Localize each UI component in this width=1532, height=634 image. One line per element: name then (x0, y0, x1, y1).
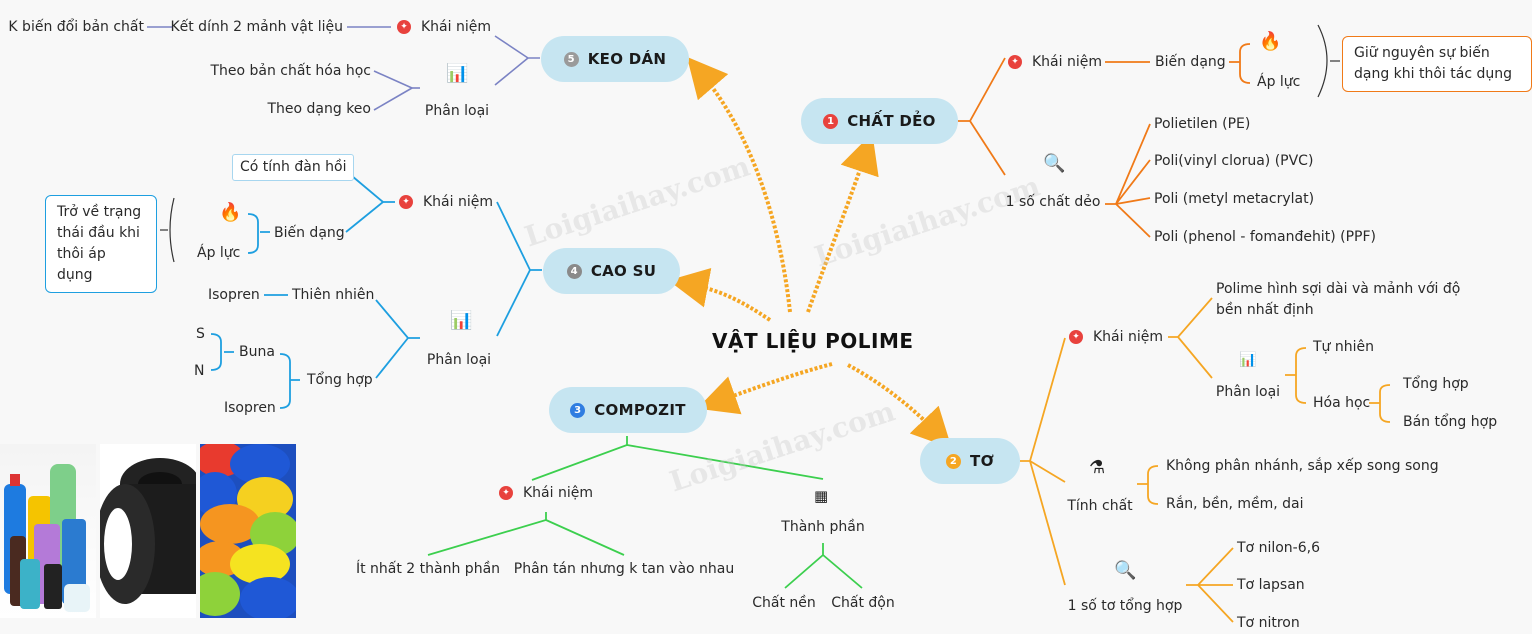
number-badge: 3 (570, 402, 586, 418)
cao-su-khai-niem[interactable]: ✦ Khái niệm (399, 193, 493, 211)
chat-deo-examples-label[interactable]: 1 số chất dẻo (1006, 193, 1101, 211)
topic-to[interactable]: 2 TƠ (920, 438, 1020, 484)
cao-su-buna[interactable]: Buna (239, 343, 275, 361)
cao-su-property[interactable]: Có tính đàn hồi (232, 154, 355, 181)
topic-label: CHẤT DẺO (847, 112, 936, 130)
cao-su-bien-dang[interactable]: Biến dạng (274, 224, 345, 242)
fire-icon: 🔥 (219, 202, 242, 223)
magnifier-chart-icon: 🔍 (1043, 153, 1066, 174)
to-property[interactable]: Rắn, bền, mềm, dai (1166, 495, 1304, 513)
chat-deo-example[interactable]: Poli (metyl metacrylat) (1154, 190, 1314, 208)
to-definition[interactable]: Polime hình sợi dài và mảnh với độ bền n… (1216, 279, 1466, 321)
to-tu-nhien[interactable]: Tự nhiên (1313, 338, 1374, 356)
to-phan-loai[interactable]: Phân loại (1216, 383, 1280, 401)
number-badge: 5 (563, 51, 579, 67)
chat-deo-bien-dang[interactable]: Biến dạng (1155, 53, 1226, 71)
cao-su-buna-n[interactable]: N (194, 362, 204, 380)
magnifier-chart-icon: 🔍 (1114, 560, 1137, 581)
number-badge: 2 (946, 453, 962, 469)
arrow-to-cao-su (668, 268, 772, 322)
pin-icon: ✦ (399, 195, 413, 209)
pin-icon: ✦ (1008, 55, 1022, 69)
keo-dan-phan-loai[interactable]: Phân loại (425, 102, 489, 120)
to-example[interactable]: Tơ lapsan (1237, 576, 1305, 594)
tires-photo (100, 444, 196, 618)
material-photos (0, 444, 296, 618)
lab-flask-icon: ⚗ (1089, 457, 1106, 478)
to-example[interactable]: Tơ nitron (1237, 614, 1300, 632)
cao-su-ap-luc[interactable]: Áp lực (197, 244, 240, 262)
compozit-thanh-phan[interactable]: Thành phần (781, 518, 864, 536)
plastic-bottles-photo (0, 444, 96, 618)
bar-chart-icon: 📊 (450, 310, 473, 331)
to-khai-niem[interactable]: ✦ Khái niệm (1069, 328, 1163, 346)
keo-dan-class-2[interactable]: Theo dạng keo (267, 100, 371, 118)
to-tinh-chat[interactable]: Tính chất (1067, 497, 1132, 515)
to-ban-tong-hop[interactable]: Bán tổng hợp (1403, 413, 1497, 431)
to-example[interactable]: Tơ nilon-6,6 (1237, 539, 1320, 557)
cao-su-thien-nhien[interactable]: Thiên nhiên (292, 286, 374, 304)
chat-deo-summary-brace (1317, 24, 1328, 98)
arrow-to-compozit (697, 362, 833, 415)
keo-dan-class-1[interactable]: Theo bản chất hóa học (210, 62, 371, 80)
central-topic[interactable]: VẬT LIỆU POLIME (712, 329, 914, 353)
chat-deo-khai-niem[interactable]: ✦ Khái niệm (1008, 53, 1102, 71)
chat-deo-ap-luc[interactable]: Áp lực (1257, 73, 1300, 91)
chat-deo-example[interactable]: Poli(vinyl clorua) (PVC) (1154, 152, 1313, 170)
topic-chat-deo[interactable]: 1 CHẤT DẺO (801, 98, 958, 144)
number-badge: 1 (823, 113, 839, 129)
to-hoa-hoc[interactable]: Hóa học (1313, 394, 1370, 412)
components-icon: ▦ (814, 487, 829, 505)
topic-label: CAO SU (590, 262, 657, 280)
chat-deo-note[interactable]: Giữ nguyên sự biến dạng khi thôi tác dụn… (1342, 36, 1532, 92)
compozit-component[interactable]: Chất nền (752, 594, 816, 612)
cao-su-isopren-natural[interactable]: Isopren (208, 286, 260, 304)
pin-icon: ✦ (397, 20, 411, 34)
chat-deo-example[interactable]: Poli (phenol - fomanđehit) (PPF) (1154, 228, 1376, 246)
pin-icon: ✦ (1069, 330, 1083, 344)
topic-label: TƠ (970, 452, 994, 470)
to-examples-label[interactable]: 1 số tơ tổng hợp (1068, 597, 1183, 615)
topic-compozit[interactable]: 3 COMPOZIT (549, 387, 707, 433)
cao-su-phan-loai[interactable]: Phân loại (427, 351, 491, 369)
topic-cao-su[interactable]: 4 CAO SU (543, 248, 680, 294)
topic-label: COMPOZIT (594, 401, 686, 419)
topic-keo-dan[interactable]: 5 KEO DÁN (541, 36, 689, 82)
compozit-khai-niem[interactable]: ✦ Khái niệm (499, 484, 593, 502)
keo-dan-khai-niem[interactable]: ✦ Khái niệm (397, 18, 491, 36)
pin-icon: ✦ (499, 486, 513, 500)
colorful-yarn-photo (200, 444, 296, 618)
bar-chart-icon: 📊 (446, 63, 469, 84)
cao-su-note[interactable]: Trở về trạng thái đầu khi thôi áp dụng (45, 195, 157, 293)
keo-dan-definition[interactable]: Kết dính 2 mảnh vật liệu (170, 18, 343, 36)
compozit-concept-item[interactable]: Ít nhất 2 thành phần (356, 560, 500, 578)
chat-deo-example[interactable]: Polietilen (PE) (1154, 115, 1250, 133)
to-tong-hop[interactable]: Tổng hợp (1403, 375, 1469, 393)
number-badge: 4 (566, 263, 582, 279)
compozit-concept-item[interactable]: Phân tán nhưng k tan vào nhau (514, 560, 734, 578)
bar-chart-icon: 📊 (1239, 352, 1257, 368)
cao-su-isopren-synthetic[interactable]: Isopren (224, 399, 276, 417)
cao-su-buna-s[interactable]: S (196, 325, 205, 343)
fire-icon: 🔥 (1259, 31, 1282, 52)
keo-dan-sub-definition[interactable]: K biến đổi bản chất (8, 18, 144, 36)
to-property[interactable]: Không phân nhánh, sắp xếp song song (1166, 457, 1439, 475)
topic-label: KEO DÁN (587, 50, 667, 68)
cao-su-tong-hop[interactable]: Tổng hợp (307, 371, 373, 389)
compozit-component[interactable]: Chất độn (831, 594, 895, 612)
